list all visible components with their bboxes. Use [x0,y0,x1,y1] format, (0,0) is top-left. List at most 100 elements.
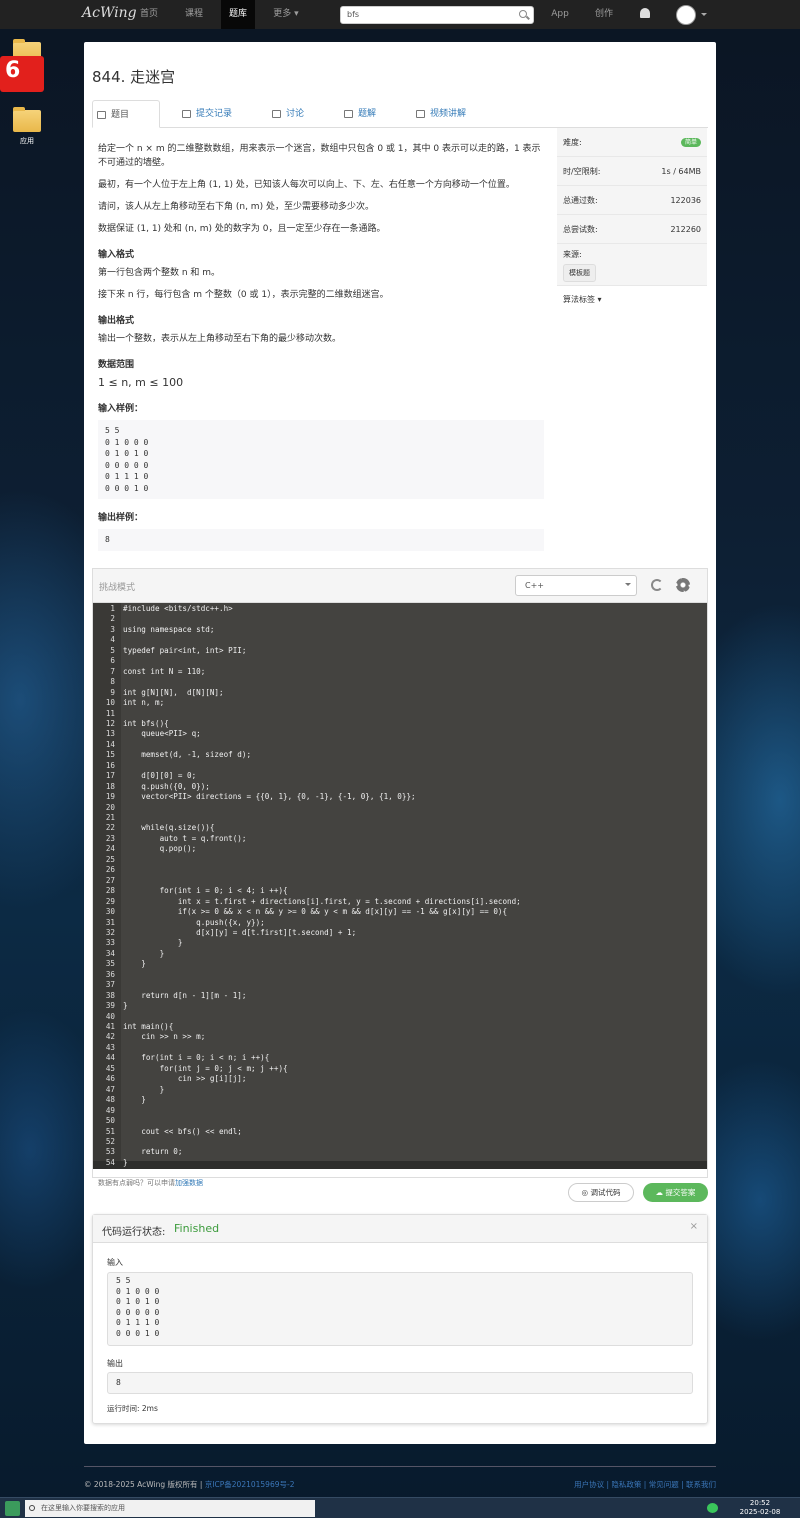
line-number: 54 [105,1157,115,1167]
line-number: 17 [105,771,115,781]
code-line: } [123,1001,128,1011]
code-editor-panel: 挑战模式 C++ 1 #include <bits/stdc++.h> 2 3 usin… [92,568,708,1178]
tab-video[interactable]: 视频讲解 [412,100,496,128]
list-icon [182,110,191,118]
horizontal-scrollbar[interactable] [93,1161,707,1169]
sample-output: 8 [98,529,544,551]
taskbar-search[interactable]: 在这里输入你要搜索的应用 [25,1500,315,1517]
avatar[interactable] [676,5,696,25]
desc-paragraph: 请问，该人从左上角移动至右下角 (n, m) 处，至少需要移动多少次。 [98,202,374,212]
start-icon[interactable] [5,1501,20,1516]
input-format-line: 接下来 n 行，每行包含 m 个整数（0 或 1），表示完整的二维数组迷宫。 [98,290,389,300]
debug-code-button[interactable]: ◎ 调试代码 [568,1183,634,1202]
tab-label: 提交记录 [196,109,233,119]
result-output: 8 [107,1372,693,1394]
code-line: cout << bfs() << endl; [123,1126,242,1136]
search-icon[interactable] [519,10,527,18]
search-value: bfs [347,10,360,19]
line-number: 35 [105,959,115,969]
code-line: q.push({x, y}); [123,917,265,927]
tab-label: 讨论 [286,109,305,119]
chevron-down-icon[interactable] [701,13,707,19]
source-row: 来源: 模板题 [557,244,707,286]
line-number: 10 [105,698,115,708]
copyright: © 2018-2025 AcWing 版权所有 | [84,1480,203,1489]
nav-home[interactable]: 首页 [132,0,166,29]
line-number: 25 [105,854,115,864]
nav-app[interactable]: App [546,0,574,29]
source-label: 来源: [563,250,582,259]
wechat-tray-icon[interactable] [707,1503,718,1513]
line-number: 9 [110,687,115,697]
tried-label: 总尝试数: [563,225,598,234]
submit-button[interactable]: ☁ 提交答案 [643,1183,708,1202]
line-number: 29 [105,896,115,906]
tried-value: 212260 [670,225,701,234]
nav-courses[interactable]: 课程 [177,0,211,29]
code-line: cin >> n >> m; [123,1032,206,1042]
code-line: } [123,959,146,969]
tab-solutions[interactable]: 题解 [340,100,400,128]
result-header: 代码运行状态: Finished × [93,1215,707,1243]
line-number: 34 [105,948,115,958]
algorithm-tags-toggle[interactable]: 算法标签 ▾ [557,286,707,313]
tab-submissions[interactable]: 提交记录 [178,100,258,128]
editor-header: 挑战模式 C++ [93,569,707,603]
line-number: 37 [105,980,115,990]
nav-create[interactable]: 创作 [588,0,620,29]
line-number: 15 [105,750,115,760]
strengthen-data-link[interactable]: 加强数据 [175,1179,203,1187]
line-number: 26 [105,865,115,875]
gear-icon[interactable] [676,578,690,592]
problem-tabs: 题目 提交记录 讨论 题解 视频讲解 [92,100,708,128]
difficulty-label: 难度: [563,138,582,147]
nav-problems[interactable]: 题库 [221,0,255,29]
input-format-heading: 输入格式 [98,250,135,260]
line-number: 24 [105,844,115,854]
line-number: 47 [105,1084,115,1094]
source-tag[interactable]: 模板题 [563,264,596,282]
search-input[interactable]: bfs [340,6,534,24]
footer-links[interactable]: 用户协议 | 隐私政策 | 常见问题 | 联系我们 [574,1479,716,1490]
result-runtime: 运行时间: 2ms [107,1404,158,1413]
code-line: int main(){ [123,1022,174,1031]
code-line: int bfs(){ [123,718,169,728]
taskbar-clock[interactable]: 20:52 2025-02-08 [738,1499,782,1517]
tab-discussion[interactable]: 讨论 [268,100,328,128]
line-number: 12 [105,718,115,728]
output-format-text: 输出一个整数，表示从左上角移动至右下角的最少移动次数。 [98,334,342,344]
calendar-app-icon[interactable]: 6 [0,56,44,92]
line-number: 42 [105,1032,115,1042]
code-line: int n, m; [123,698,165,708]
line-number: 23 [105,833,115,843]
sample-input: 5 5 0 1 0 0 0 0 1 0 1 0 0 0 0 0 0 0 1 1 … [98,420,544,499]
tab-problem[interactable]: 题目 [92,100,160,128]
close-icon[interactable]: × [690,1221,698,1232]
code-line: } [123,948,165,958]
line-number: 5 [110,645,115,655]
desktop-folder-apps[interactable]: 应用 [7,107,47,146]
icp-link[interactable]: 京ICP备2021015969号-2 [205,1480,295,1489]
line-number: 45 [105,1063,115,1073]
bell-icon[interactable] [640,8,650,18]
limit-row: 时/空限制: 1s / 64MB [557,157,707,186]
code-line: auto t = q.front(); [123,833,247,843]
folder-label: 应用 [20,137,34,145]
language-select[interactable]: C++ [515,575,637,596]
result-input-label: 输入 [107,1258,123,1267]
acwing-logo[interactable]: AcWing [82,5,137,21]
sample-output-heading: 输出样例： [98,513,144,523]
code-area[interactable]: 1 #include <bits/stdc++.h> 2 3 using namespa… [93,603,707,1169]
video-icon [416,110,425,118]
clock-date: 2025-02-08 [739,1508,781,1516]
nav-more[interactable]: 更多 ▾ [264,0,308,29]
line-number: 53 [105,1147,115,1157]
line-number: 40 [105,1011,115,1021]
clock-time: 20:52 [749,1499,771,1507]
debug-label: 调试代码 [590,1188,621,1197]
code-line: d[0][0] = 0; [123,771,197,781]
line-number: 30 [105,907,115,917]
code-line: } [123,1157,128,1167]
refresh-icon[interactable] [651,579,663,591]
problem-description: 给定一个 n × m 的二维整数数组，用来表示一个迷宫，数组中只包含 0 或 1… [98,142,544,551]
